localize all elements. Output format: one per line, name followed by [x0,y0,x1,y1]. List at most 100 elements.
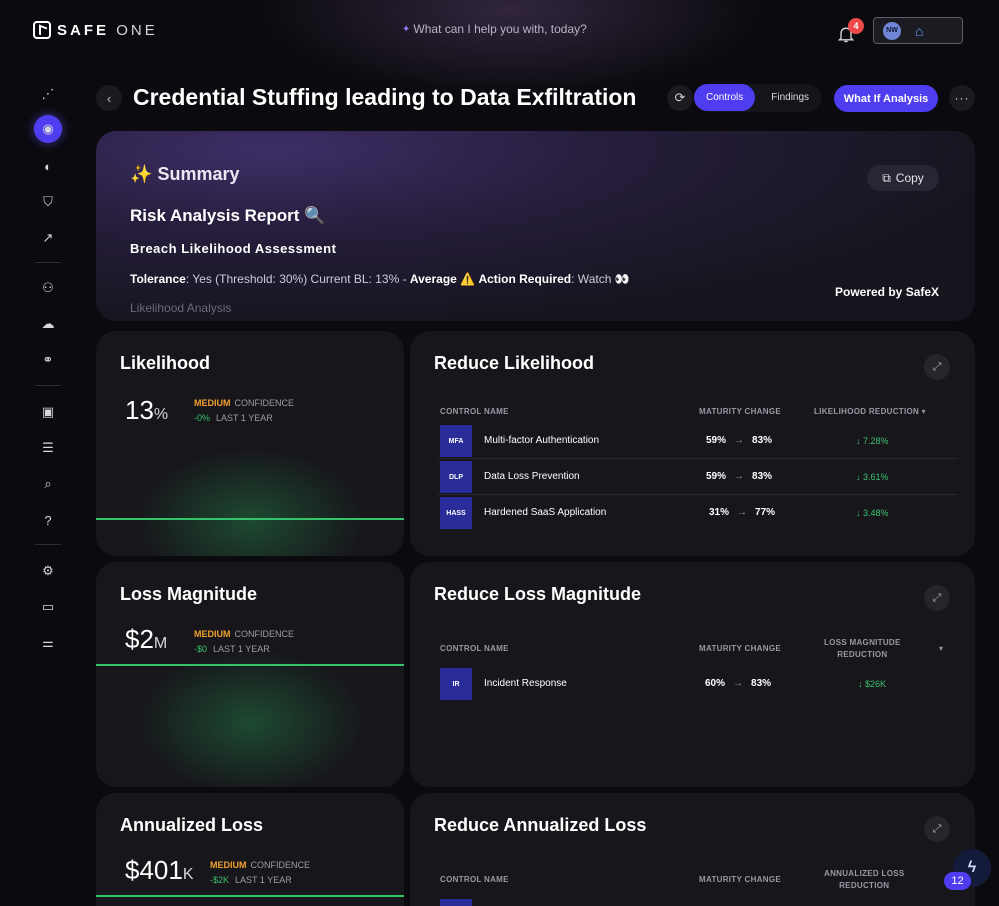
sparkle-icon: ✦ [402,23,411,35]
sidebar-divider [35,385,61,386]
likelihood-analysis-heading: Likelihood Analysis [130,301,232,315]
assistant-prompt-text: What can I help you with, today? [413,22,587,36]
assistant-count-badge: 12 [944,872,971,890]
tolerance-line: Tolerance: Yes (Threshold: 30%) Current … [130,272,630,286]
reduce-loss-magnitude-card: Reduce Loss Magnitude ⤢ CONTROL NAME MAT… [410,562,975,787]
settings-icon[interactable]: ⚙ [34,557,62,585]
assistant-prompt[interactable]: ✦ What can I help you with, today? [402,22,587,36]
column-header: CONTROL NAME [440,407,509,416]
column-header: CONTROL NAME [440,644,509,653]
trend-chart-icon[interactable]: ↗ [34,224,62,252]
expand-button[interactable]: ⤢ [924,585,950,611]
summary-panel: ✨ Summary ⧉ Copy Risk Analysis Report 🔍 … [96,131,975,321]
search-shield-icon[interactable]: ⌕ [34,470,62,498]
confidence-label: MEDIUM CONFIDENCE [194,629,295,639]
control-badge [440,899,472,906]
likelihood-card: Likelihood 13% MEDIUM CONFIDENCE -0% LAST … [96,331,404,556]
user-avatar: NW [883,21,901,40]
chevron-left-icon: ‹ [106,90,112,106]
tab-controls[interactable]: Controls [694,84,756,111]
cloud-icon[interactable]: ☁ [34,310,62,338]
what-if-analysis-button[interactable]: What If Analysis [834,85,938,112]
column-header-sortable[interactable]: ANNUALIZED LOSS REDUCTION [824,868,905,892]
expand-icon: ⤢ [932,360,942,373]
sort-down-icon: ▾ [921,407,926,416]
policy-icon[interactable]: ▣ [34,398,62,426]
control-name: Multi-factor Authentication [484,435,600,446]
reduce-likelihood-card: Reduce Likelihood ⤢ CONTROL NAME MATURIT… [410,331,975,556]
control-badge: IR [440,668,472,700]
table-row[interactable]: DLP Data Loss Prevention 59% → 83% ↓ 3.61% [438,459,958,495]
help-icon[interactable]: ? [34,506,62,534]
brand-name: SAFE ONE [57,21,158,39]
tab-findings[interactable]: Findings [759,84,821,111]
column-header: MATURITY CHANGE [699,875,781,884]
shield-icon[interactable]: ⛉ [34,188,62,216]
reduce-annualized-loss-card: Reduce Annualized Loss ⤢ CONTROL NAME MA… [410,793,975,906]
sliders-icon[interactable]: ⚌ [34,629,62,657]
control-badge: DLP [440,461,472,493]
organization-icon: ⌂ [915,22,924,39]
column-header-sortable[interactable]: LIKELIHOOD REDUCTION ▾ [814,407,926,416]
control-badge: MFA [440,425,472,457]
copy-button[interactable]: ⧉ Copy [867,165,939,191]
risk-scenarios-icon[interactable]: ◉ [34,115,62,143]
toggle-view-icon[interactable]: ◐ [34,152,62,180]
trend-line [96,895,404,897]
likelihood-reduction: ↓ 3.48% [856,508,889,518]
expand-icon: ⤢ [932,591,942,604]
brand-logo[interactable]: SAFE ONE [33,21,158,39]
notification-badge: 4 [848,18,864,34]
control-badge: HASS [440,497,472,529]
view-tabs: Controls Findings [694,84,822,112]
table-row[interactable]: MFA Multi-factor Authentication 59% → 83% … [438,423,958,459]
breach-assessment-title: Breach Likelihood Assessment [130,241,337,256]
report-title: Risk Analysis Report 🔍 [130,206,326,225]
control-name: Data Loss Prevention [484,471,580,482]
sidebar-divider [35,262,61,263]
change-label: -0% LAST 1 YEAR [194,413,273,423]
expand-icon: ⤢ [932,822,942,835]
confidence-label: MEDIUM CONFIDENCE [194,398,295,408]
table-row[interactable]: HASS Hardened SaaS Application 31% → 77% ↓… [438,495,958,531]
back-button[interactable]: ‹ [96,85,122,111]
dashboard-icon[interactable]: ⋰ [34,80,62,108]
sparkle-icon: ✨ [130,164,153,184]
loss-magnitude-reduction: ↓ $26K [858,679,887,689]
change-label: -$2K LAST 1 YEAR [210,875,292,885]
likelihood-reduction: ↓ 3.61% [856,472,889,482]
safex-logo-icon: ϟ [967,859,977,876]
user-icon[interactable]: ⚇ [34,274,62,302]
card-title: Reduce Loss Magnitude [434,584,642,604]
expand-button[interactable]: ⤢ [924,354,950,380]
top-bar: SAFE ONE ✦ What can I help you with, tod… [0,0,999,62]
likelihood-value: 13% [125,395,169,425]
integrations-icon[interactable]: ⚭ [34,346,62,374]
maturity-change: 60% → 83% [705,678,772,689]
column-header: MATURITY CHANGE [699,407,781,416]
more-options-button[interactable]: ··· [949,85,975,111]
likelihood-reduction: ↓ 7.28% [856,436,889,446]
column-header-sortable[interactable]: LOSS MAGNITUDE REDUCTION [824,637,901,661]
change-label: -$0 LAST 1 YEAR [194,644,270,654]
card-title: Reduce Annualized Loss [434,815,647,835]
powered-by: Powered by SafeX [835,285,940,299]
loss-magnitude-value: $2M [125,624,168,654]
column-header: CONTROL NAME [440,875,509,884]
folder-icon[interactable]: ▭ [34,593,62,621]
list-icon[interactable]: ☰ [34,434,62,462]
confidence-label: MEDIUM CONFIDENCE [210,860,311,870]
control-name: Incident Response [484,678,567,689]
refresh-button[interactable]: ⟳ [667,85,693,111]
sort-down-icon[interactable]: ▾ [939,644,943,653]
control-name: Hardened SaaS Application [484,507,607,518]
copy-icon: ⧉ [882,170,891,185]
expand-button[interactable]: ⤢ [924,816,950,842]
card-title: Loss Magnitude [120,584,258,604]
maturity-change: 31% → 77% [709,507,776,518]
table-row[interactable]: IR Incident Response 60% → 83% ↓ $26K [438,666,958,702]
maturity-change: 59% → 83% [706,435,773,446]
brand-mark-icon [33,21,51,39]
account-switcher[interactable]: NW ⌂ [873,17,963,44]
card-title: Annualized Loss [120,815,264,835]
